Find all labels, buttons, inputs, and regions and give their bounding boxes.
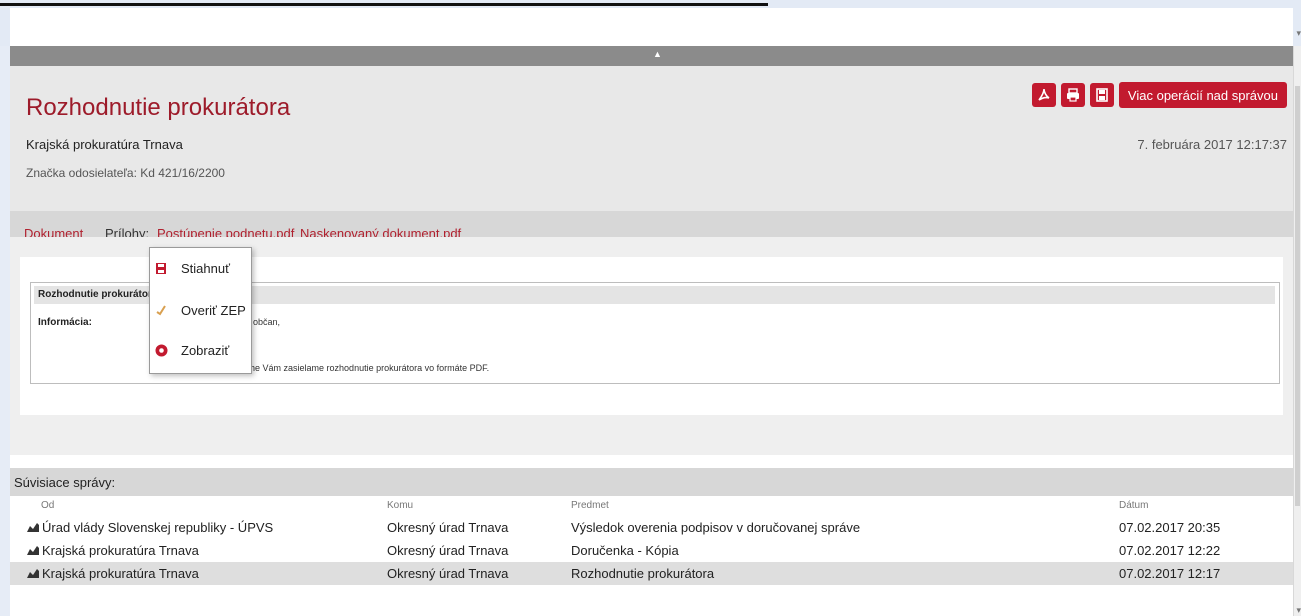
row-subject: Rozhodnutie prokurátora <box>571 566 715 581</box>
save-icon[interactable] <box>1089 83 1114 107</box>
row-from: Krajská prokuratúra Trnava <box>42 543 199 558</box>
save-icon <box>154 261 168 275</box>
row-date: 07.02.2017 12:22 <box>1119 543 1221 558</box>
row-from: Úrad vlády Slovenskej republiky - ÚPVS <box>42 520 274 535</box>
top-divider-line <box>0 3 768 6</box>
verify-icon <box>154 303 168 317</box>
column-date[interactable]: Dátum <box>1119 500 1148 511</box>
menu-item-download[interactable]: Stiahnuť <box>150 253 251 283</box>
menu-item-label: Overiť ZEP <box>181 302 246 318</box>
table-row[interactable]: Úrad vlády Slovenskej republiky - ÚPVS O… <box>10 516 1293 539</box>
scrollbar-thumb[interactable] <box>1295 86 1300 506</box>
more-operations-button[interactable]: Viac operácií nad správou <box>1118 82 1287 108</box>
row-from: Krajská prokuratúra Trnava <box>42 566 199 581</box>
row-date: 07.02.2017 12:17 <box>1119 566 1221 581</box>
info-label: Informácia: <box>38 317 92 328</box>
toolbar-area <box>10 8 1293 46</box>
message-icon <box>27 569 39 578</box>
attachment-context-menu: Stiahnuť Overiť ZEP Zobraziť <box>149 247 252 374</box>
related-title: Súvisiace správy: <box>14 475 116 490</box>
message-icon <box>27 523 39 532</box>
vertical-scrollbar[interactable] <box>1293 46 1301 616</box>
message-header: Rozhodnutie prokurátora Krajská prokurat… <box>10 66 1293 257</box>
menu-item-view[interactable]: Zobraziť <box>150 335 251 365</box>
scroll-down-arrow-icon[interactable]: ▾ <box>1296 605 1301 616</box>
collapse-bar[interactable]: ▲ <box>10 46 1293 66</box>
row-to: Okresný úrad Trnava <box>387 566 509 581</box>
form-heading: Rozhodnutie prokurátora <box>38 289 158 300</box>
sender-reference: Značka odosielateľa: Kd 421/16/2200 <box>26 166 225 180</box>
info-text-body: V prílohe Vám zasielame rozhodnutie prok… <box>224 363 490 373</box>
scroll-down-arrow-icon[interactable]: ▾ <box>1296 28 1301 39</box>
column-to[interactable]: Komu <box>387 500 413 511</box>
column-from[interactable]: Od <box>41 500 54 511</box>
message-actions: Viac operácií nad správou <box>1031 82 1287 108</box>
pdf-icon[interactable] <box>1031 83 1056 107</box>
view-icon <box>154 343 168 357</box>
collapse-up-icon[interactable]: ▲ <box>653 49 662 59</box>
table-row[interactable]: Krajská prokuratúra Trnava Okresný úrad … <box>10 562 1293 585</box>
message-icon <box>27 546 39 555</box>
row-subject: Výsledok overenia podpisov v doručovanej… <box>571 520 861 535</box>
menu-item-label: Zobraziť <box>181 342 230 358</box>
menu-item-verify[interactable]: Overiť ZEP <box>150 295 251 325</box>
message-date: 7. februára 2017 12:17:37 <box>1137 137 1287 152</box>
row-date: 07.02.2017 20:35 <box>1119 520 1221 535</box>
info-text-greeting: občan, <box>253 317 281 327</box>
row-subject: Doručenka - Kópia <box>571 543 679 558</box>
menu-item-label: Stiahnuť <box>181 260 230 276</box>
related-table-header: Od Komu Predmet Dátum <box>10 496 1293 516</box>
table-row[interactable]: Krajská prokuratúra Trnava Okresný úrad … <box>10 539 1293 562</box>
row-to: Okresný úrad Trnava <box>387 543 509 558</box>
message-title: Rozhodnutie prokurátora <box>26 94 291 121</box>
related-messages-header: Súvisiace správy: <box>10 468 1293 496</box>
print-icon[interactable] <box>1060 83 1085 107</box>
message-sender: Krajská prokuratúra Trnava <box>26 137 183 152</box>
column-subject[interactable]: Predmet <box>571 500 609 511</box>
row-to: Okresný úrad Trnava <box>387 520 509 535</box>
